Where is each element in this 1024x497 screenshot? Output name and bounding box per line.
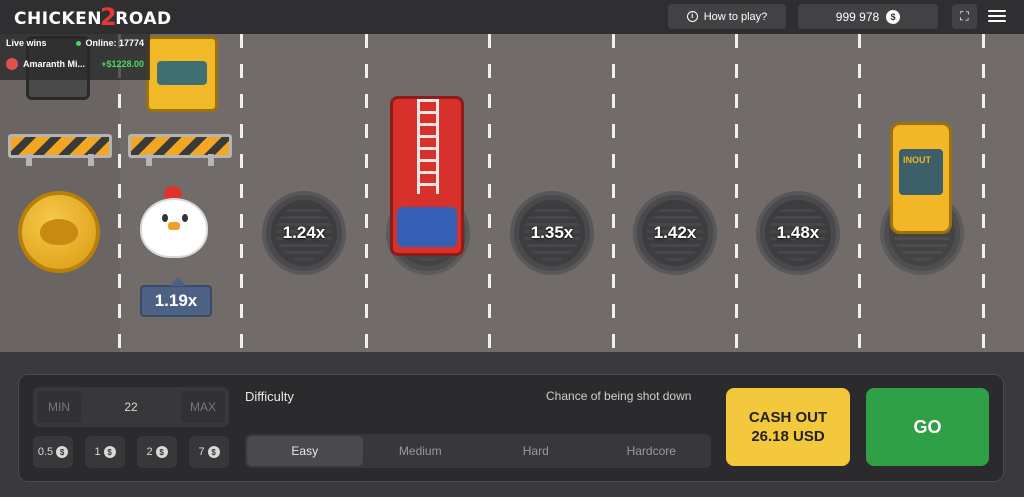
lane-divider	[365, 34, 368, 352]
road-barrier	[128, 128, 232, 166]
dollar-coin-icon: $	[56, 446, 69, 458]
chip-button[interactable]: 0.5 $	[33, 436, 73, 468]
online-count: Online: 17774	[76, 38, 144, 48]
manhole-step[interactable]: 1.48x	[756, 191, 840, 275]
quick-bet-chips: 0.5 $ 1 $ 2 $ 7 $	[33, 436, 229, 470]
chip-button[interactable]: 1 $	[85, 436, 125, 468]
road-area: 1.19x 1.24x 1.35x 1.42x 1.48x INOUT	[0, 34, 1024, 352]
lane-divider	[612, 34, 615, 352]
fire-truck	[390, 96, 464, 256]
chip-button[interactable]: 7 $	[189, 436, 229, 468]
chip-button[interactable]: 2 $	[137, 436, 177, 468]
how-to-play-label: How to play?	[703, 10, 768, 23]
difficulty-tab-easy[interactable]: Easy	[247, 436, 363, 466]
min-bet-button[interactable]: MIN	[37, 391, 81, 423]
live-wins-panel: Live wins Online: 17774 Amaranth Mi... +…	[0, 34, 150, 80]
top-bar: CHICKEN 2 ROAD i How to play? 999 978 $ …	[0, 0, 1024, 34]
online-dot-icon	[76, 41, 82, 46]
live-wins-title: Live wins	[6, 38, 47, 48]
cash-out-button[interactable]: CASH OUT 26.18 USD	[726, 388, 850, 466]
bet-amount-control: MIN 22 MAX	[33, 387, 229, 427]
game-screen: CHICKEN 2 ROAD i How to play? 999 978 $ …	[0, 0, 1024, 497]
difficulty-tab-hard[interactable]: Hard	[478, 436, 594, 466]
difficulty-tab-hardcore[interactable]: Hardcore	[594, 436, 710, 466]
dollar-coin-icon: $	[155, 446, 168, 458]
game-logo: CHICKEN 2 ROAD	[14, 3, 172, 33]
difficulty-tab-medium[interactable]: Medium	[363, 436, 479, 466]
logo-text-chicken: CHICKEN	[14, 9, 103, 29]
max-bet-button[interactable]: MAX	[180, 391, 225, 423]
win-amount: +$1228.00	[101, 59, 144, 69]
difficulty-selector: Easy Medium Hard Hardcore	[245, 434, 711, 468]
hamburger-icon	[988, 10, 1006, 12]
chicken-player	[136, 184, 212, 262]
manhole-step[interactable]: 1.42x	[633, 191, 717, 275]
chance-label: Chance of being shot down	[546, 389, 692, 403]
dollar-coin-icon: $	[207, 446, 220, 458]
taxi-sign: INOUT	[903, 155, 931, 165]
menu-button[interactable]	[988, 8, 1006, 24]
lane-divider	[240, 34, 243, 352]
player-name: Amaranth Mi...	[23, 59, 86, 69]
cash-out-amount: 26.18 USD	[751, 428, 825, 445]
dollar-coin-icon: $	[886, 9, 901, 24]
lane-divider	[488, 34, 491, 352]
manhole-step[interactable]: 1.24x	[262, 191, 346, 275]
lane-divider	[735, 34, 738, 352]
lane-divider	[118, 34, 121, 352]
cash-out-label: CASH OUT	[748, 409, 828, 426]
step-multiplier: 1.24x	[282, 223, 326, 242]
logo-number: 2	[100, 3, 118, 31]
yellow-truck	[146, 36, 218, 112]
road-barrier	[8, 128, 112, 166]
bet-amount-value[interactable]: 22	[124, 400, 137, 414]
how-to-play-button[interactable]: i How to play?	[668, 4, 786, 29]
step-multiplier: 1.42x	[653, 223, 697, 242]
fullscreen-icon: ⛶	[960, 9, 969, 23]
yellow-taxi: INOUT	[890, 122, 952, 234]
dollar-coin-icon: $	[103, 446, 116, 458]
step-multiplier: 1.35x	[530, 223, 574, 242]
start-coin-icon	[18, 191, 100, 273]
difficulty-label: Difficulty	[245, 389, 294, 404]
step-multiplier: 1.48x	[776, 223, 820, 242]
current-multiplier-badge: 1.19x	[140, 277, 212, 317]
go-button[interactable]: GO	[866, 388, 989, 466]
lane-divider	[982, 34, 985, 352]
manhole-step[interactable]: 1.35x	[510, 191, 594, 275]
info-icon: i	[686, 11, 698, 22]
balance-value: 999 978	[835, 9, 880, 24]
player-avatar	[6, 58, 18, 70]
fullscreen-button[interactable]: ⛶	[952, 4, 977, 29]
balance-display: 999 978 $	[798, 4, 938, 29]
lane-divider	[858, 34, 861, 352]
logo-text-road: ROAD	[115, 9, 172, 29]
